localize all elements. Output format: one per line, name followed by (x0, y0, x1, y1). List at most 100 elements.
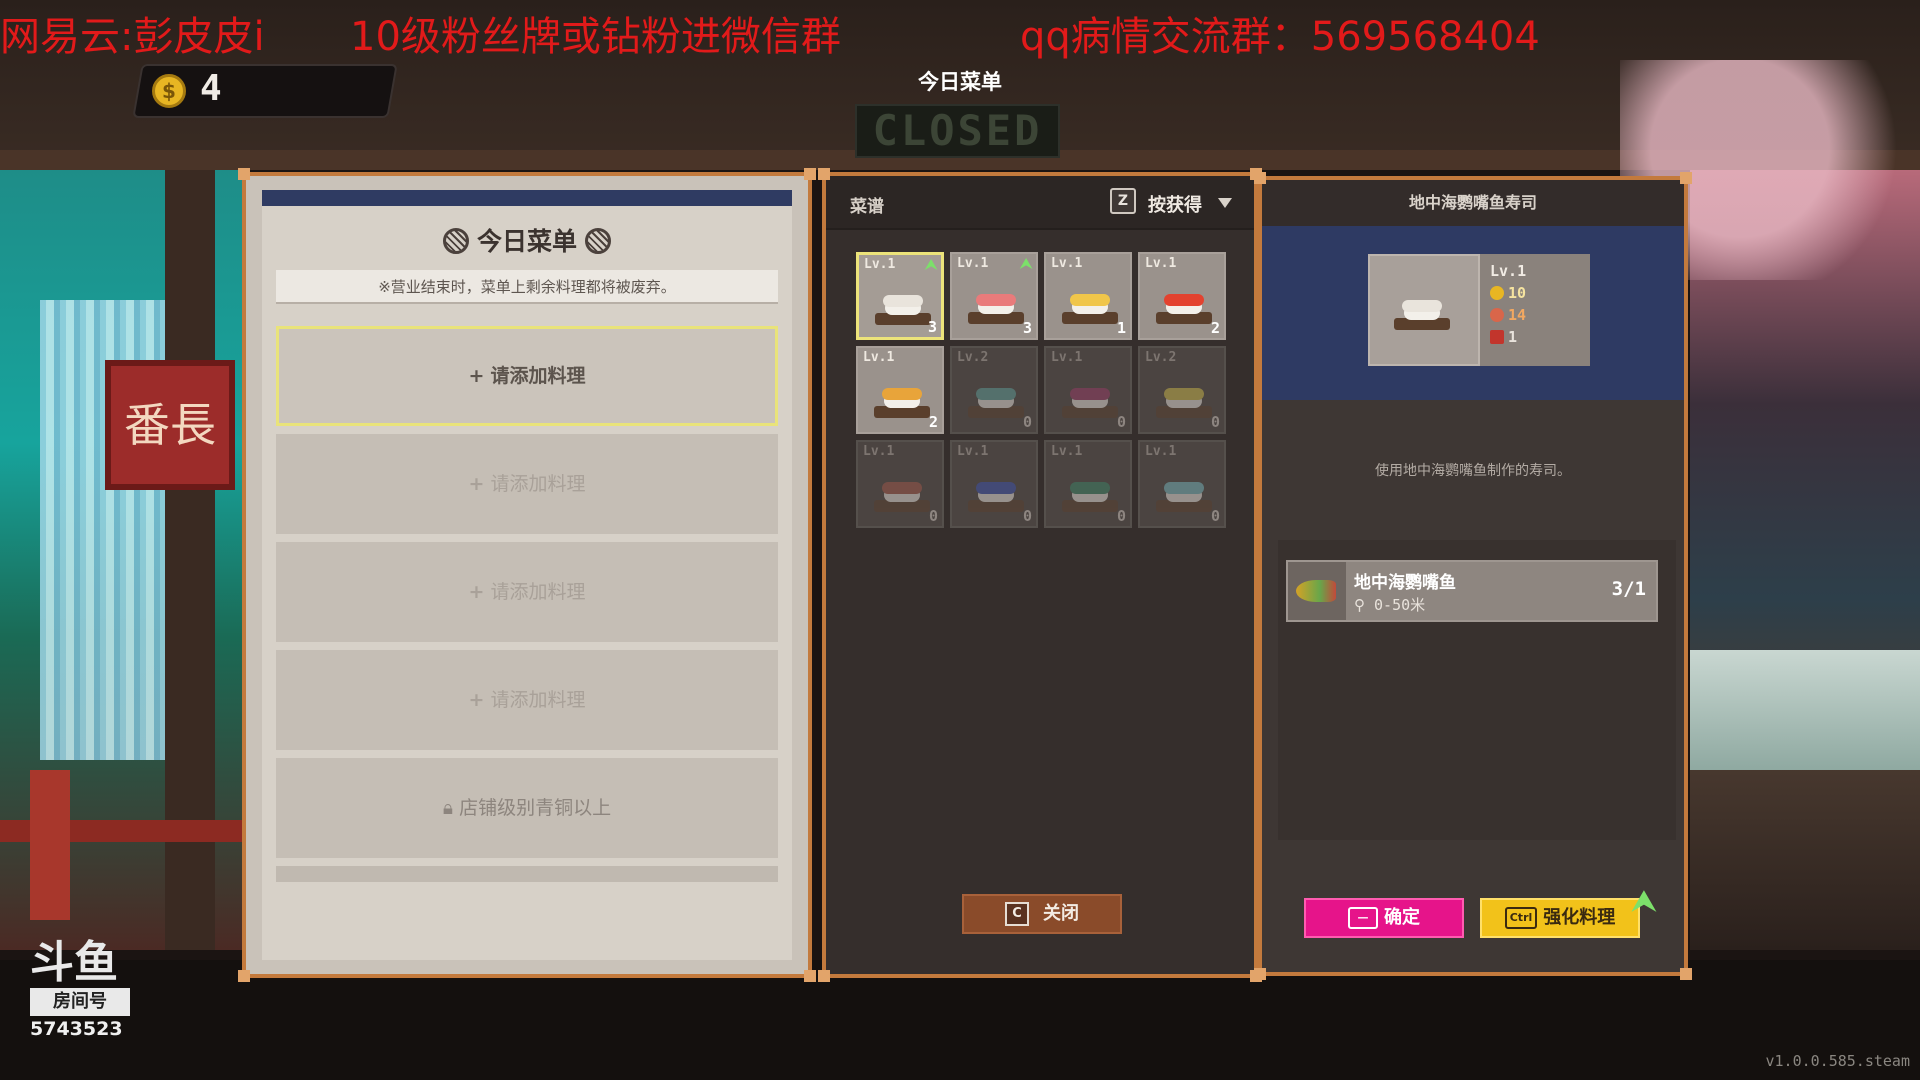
location-pin-icon: ⚲ (1354, 596, 1375, 614)
spacebar-key-icon: — (1348, 907, 1378, 929)
recipe-cell[interactable]: Lv.1 0 (950, 440, 1038, 528)
lock-icon: 🔒︎ (442, 797, 460, 819)
plus-icon: + (468, 473, 485, 495)
panel-corner (1680, 172, 1692, 184)
panel-corner (238, 970, 250, 982)
upgrade-arrow-icon: ⮝ (1632, 884, 1656, 917)
version-label: v1.0.0.585.steam (1765, 1052, 1911, 1070)
coin-value: 4 (200, 68, 222, 109)
closed-sign: CLOSED (855, 104, 1060, 158)
chevron-down-icon[interactable] (1218, 198, 1232, 208)
ingredient-row[interactable]: 地中海鹦嘴鱼 ⚲ 0-50米 3/1 (1286, 560, 1658, 622)
enhance-button[interactable]: Ctrl 强化料理 (1480, 898, 1640, 938)
recipe-count: 0 (1210, 507, 1220, 525)
locked-slot-label: 店铺级别青铜以上 (459, 797, 612, 819)
recipe-cell[interactable]: Lv.1 0 (1044, 440, 1132, 528)
sushi-icon (874, 476, 930, 512)
menu-top-bar (262, 190, 792, 206)
menu-bottom-bar (276, 866, 778, 882)
shop-sign: 番長 (105, 360, 235, 490)
enhance-key-hint: Ctrl (1504, 907, 1538, 929)
plus-icon: + (468, 365, 485, 387)
close-button[interactable]: C 关闭 (962, 894, 1122, 934)
menu-title: 今日菜单 (476, 227, 577, 256)
decorative-circle-icon (442, 228, 469, 254)
recipe-count: 3 (927, 318, 937, 336)
menu-slot-3[interactable]: + 请添加料理 (276, 542, 778, 642)
sushi-icon (968, 288, 1024, 324)
recipe-cell[interactable]: Lv.1 1 (1044, 252, 1132, 340)
recipe-cell[interactable]: Lv.1 0 (1044, 346, 1132, 434)
menu-note: ※营业结束时，菜单上剩余料理都将被废弃。 (276, 270, 778, 304)
menu-slot-label: 请添加料理 (490, 581, 586, 603)
recipe-count: 2 (928, 413, 938, 431)
douyu-logo: 斗鱼 (30, 937, 118, 988)
panel-corner (238, 168, 250, 180)
sushi-icon (874, 382, 930, 418)
detail-description: 使用地中海鹦嘴鱼制作的寿司。 (1375, 463, 1571, 479)
confirm-button-label: 确定 (1384, 907, 1420, 928)
recipe-level: Lv.1 (1051, 444, 1083, 459)
sushi-icon (1394, 294, 1450, 330)
recipe-level: Lv.1 (1051, 256, 1083, 271)
recipe-cell[interactable]: Lv.1 ⮝ 3 (856, 252, 944, 340)
recipe-level: Lv.1 (1051, 350, 1083, 365)
decorative-circle-icon (585, 228, 611, 254)
coin-icon (1490, 286, 1504, 300)
recipe-cell[interactable]: Lv.1 ⮝ 3 (950, 252, 1038, 340)
sort-dropdown[interactable]: 按获得 (1148, 191, 1202, 217)
floor (0, 960, 1920, 1080)
menu-slot-label: 请添加料理 (490, 365, 586, 387)
recipe-detail-panel: 地中海鹦嘴鱼寿司 Lv.1 10 14 1 使用地中海鹦嘴鱼制作的寿司。 地中海… (1254, 172, 1692, 980)
detail-title: 地中海鹦嘴鱼寿司 (1262, 180, 1684, 226)
menu-slot-1[interactable]: + 请添加料理 (276, 326, 778, 426)
recipe-cell[interactable]: Lv.2 0 (1138, 346, 1226, 434)
menu-slot-2[interactable]: + 请添加料理 (276, 434, 778, 534)
detail-stats: Lv.1 10 14 1 (1480, 254, 1590, 366)
recipe-count: 0 (1022, 507, 1032, 525)
ingredient-name: 地中海鹦嘴鱼 (1354, 573, 1456, 593)
ingredient-ratio: 3/1 (1611, 578, 1646, 600)
panel-corner (1254, 968, 1266, 980)
price-value: 10 (1508, 284, 1527, 302)
red-post (30, 770, 70, 920)
panel-corner (1254, 172, 1266, 184)
recipe-cell[interactable]: Lv.1 0 (856, 440, 944, 528)
plus-icon: + (468, 689, 485, 711)
recipe-count: 0 (928, 507, 938, 525)
quantity-stat: 1 (1490, 328, 1590, 346)
close-button-label: 关闭 (1043, 903, 1079, 924)
menu-slot-4[interactable]: + 请添加料理 (276, 650, 778, 750)
recipe-level: Lv.1 (957, 256, 989, 271)
recipe-cell[interactable]: Lv.1 2 (1138, 252, 1226, 340)
today-menu-panel: 今日菜单 ※营业结束时，菜单上剩余料理都将被废弃。 + 请添加料理 + 请添加料理 … (238, 168, 816, 982)
menu-heading: 今日菜单 (262, 222, 792, 258)
sort-key-hint[interactable]: Z (1110, 188, 1136, 214)
aquarium (1690, 650, 1920, 770)
recipe-level: Lv.1 (864, 257, 896, 272)
sushi-icon (1156, 476, 1212, 512)
taste-stat: 14 (1490, 306, 1590, 324)
menu-slot-locked: 🔒︎ 店铺级别青铜以上 (276, 758, 778, 858)
sushi-icon (968, 476, 1024, 512)
recipe-count: 0 (1116, 507, 1126, 525)
confirm-button[interactable]: — 确定 (1304, 898, 1464, 938)
recipe-cell[interactable]: Lv.2 0 (950, 346, 1038, 434)
upgrade-arrow-icon: ⮝ (1020, 256, 1032, 272)
quantity-value: 1 (1508, 328, 1518, 346)
sushi-icon (1156, 382, 1212, 418)
recipe-title: 菜谱 (850, 197, 884, 217)
taste-value: 14 (1508, 306, 1527, 324)
recipe-cell[interactable]: Lv.1 0 (1138, 440, 1226, 528)
taste-icon (1490, 308, 1504, 322)
recipe-level: Lv.1 (1145, 256, 1177, 271)
recipe-cell[interactable]: Lv.1 2 (856, 346, 944, 434)
detail-header-area: Lv.1 10 14 1 (1262, 226, 1684, 400)
coin-icon: $ (152, 74, 186, 108)
close-key-hint: C (1005, 902, 1029, 926)
recipe-grid: Lv.1 ⮝ 3 Lv.1 ⮝ 3 Lv.1 1 Lv.1 2 Lv.1 2 Lv.2 0 Lv.1 0 Lv.… (856, 252, 1236, 528)
fish-icon (1288, 562, 1346, 620)
recipe-header: 菜谱 Z 按获得 (826, 176, 1254, 230)
recipe-level: Lv.2 (957, 350, 989, 365)
ingredient-depth-value: 0-50米 (1374, 596, 1426, 614)
